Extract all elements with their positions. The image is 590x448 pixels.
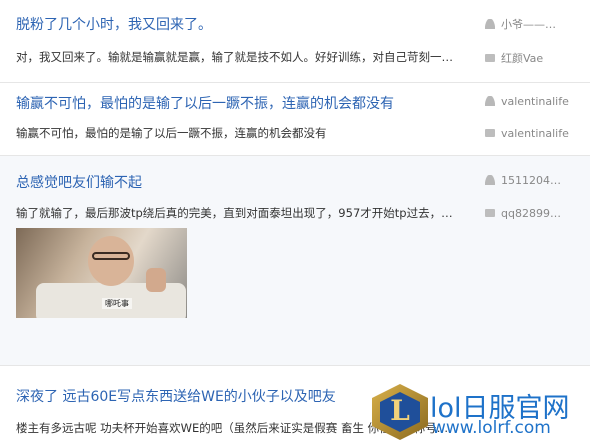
thread-excerpt: 输了就输了，最后那波tp绕后真的完美，直到对面泰坦出现了，957才开始tp过去，…	[16, 206, 453, 220]
lol-logo-icon: L	[372, 384, 428, 440]
person-icon	[485, 175, 495, 185]
watermark-url: www.lolrf.com	[432, 418, 551, 438]
thread-last-reply[interactable]: valentinalife	[485, 127, 569, 140]
thread-title-link[interactable]: 脱粉了几个小时，我又回来了。	[16, 14, 212, 34]
reply-icon	[485, 128, 495, 138]
last-reply-name: qq82899…	[501, 207, 561, 220]
thread-excerpt: 输赢不可怕，最怕的是输了以后一蹶不振，连赢的机会都没有	[16, 126, 327, 140]
thread-title-link[interactable]: 输赢不可怕，最怕的是输了以后一蹶不振，连赢的机会都没有	[16, 93, 394, 113]
author-name: valentinalife	[501, 95, 569, 108]
thread-item-2: 输赢不可怕，最怕的是输了以后一蹶不振，连赢的机会都没有 输赢不可怕，最怕的是输了…	[0, 83, 590, 156]
thread-author[interactable]: 小爷——…	[485, 16, 556, 32]
thread-title-link[interactable]: 总感觉吧友们输不起	[16, 172, 142, 192]
author-name: 1511204…	[501, 174, 561, 187]
person-icon	[485, 96, 495, 106]
thread-image-thumbnail[interactable]: 哪吒事	[16, 228, 187, 318]
thread-last-reply[interactable]: qq82899…	[485, 207, 561, 220]
image-hand	[146, 268, 166, 292]
reply-icon	[485, 208, 495, 218]
logo-letter: L	[390, 394, 410, 427]
thread-author[interactable]: 1511204…	[485, 174, 561, 187]
thread-last-reply[interactable]: 红颜Vae	[485, 50, 543, 66]
image-caption: 哪吒事	[102, 298, 132, 309]
site-watermark: L lol日服官网 www.lolrf.com	[372, 384, 590, 448]
image-face	[88, 236, 134, 286]
author-name: 小爷——…	[501, 18, 556, 31]
thread-title-link[interactable]: 深夜了 远古60E写点东西送给WE的小伙子以及吧友	[16, 386, 336, 406]
person-icon	[485, 19, 495, 29]
thread-author[interactable]: valentinalife	[485, 95, 569, 108]
last-reply-name: valentinalife	[501, 127, 569, 140]
image-glasses	[92, 252, 130, 260]
last-reply-name: 红颜Vae	[501, 52, 544, 65]
reply-icon	[485, 53, 495, 63]
thread-item-1: 脱粉了几个小时，我又回来了。 对，我又回来了。输就是输赢就是赢，输了就是技不如人…	[0, 0, 590, 83]
thread-excerpt: 对，我又回来了。输就是输赢就是赢，输了就是技不如人。好好训练，对自己苛刻一…	[16, 50, 453, 64]
